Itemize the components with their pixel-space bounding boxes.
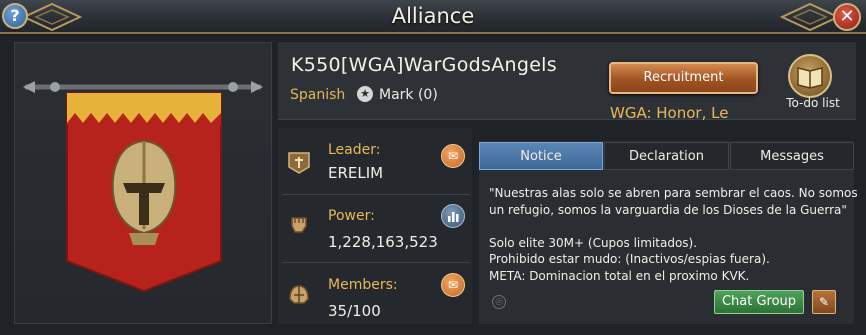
- recruitment-button[interactable]: Recruitment: [609, 62, 758, 94]
- todo-list-label: To-do list: [786, 96, 840, 110]
- book-icon: [797, 67, 823, 89]
- mark-count[interactable]: Mark (0): [379, 87, 438, 103]
- star-icon: ★: [357, 86, 373, 102]
- mail-icon: ✉: [447, 278, 459, 292]
- stat-divider: [282, 194, 470, 195]
- leader-value[interactable]: ERELIM: [328, 164, 383, 182]
- alliance-name: K550[WGA]WarGodsAngels: [291, 54, 557, 76]
- mail-icon: ✉: [447, 149, 459, 163]
- mail-leader-button[interactable]: ✉: [441, 144, 465, 168]
- power-label: Power:: [328, 208, 375, 224]
- bar-chart-icon: [448, 212, 459, 222]
- edit-notice-button[interactable]: ✎: [812, 290, 836, 314]
- notice-text-line: Solo elite 30M+ (Cupos limitados).: [489, 236, 698, 250]
- leader-label: Leader:: [328, 142, 381, 158]
- notice-text-line: "Nuestras alas solo se abren para sembra…: [489, 186, 858, 200]
- power-chart-button[interactable]: [441, 204, 465, 228]
- power-value: 1,228,163,523: [328, 233, 438, 251]
- tab-messages[interactable]: Messages: [730, 142, 854, 170]
- todo-list-button[interactable]: [788, 54, 832, 98]
- notice-text-line: Prohibido estar mudo: (Inactivos/espias …: [489, 252, 770, 266]
- helmet-icon: [289, 285, 309, 304]
- help-button[interactable]: ?: [2, 3, 28, 29]
- window-title: Alliance: [391, 4, 475, 28]
- alliance-tagline: WGA: Honor, Le: [610, 104, 729, 122]
- banner-panel: [14, 42, 272, 324]
- translate-icon[interactable]: ◎: [492, 295, 506, 309]
- tab-declaration[interactable]: Declaration: [604, 142, 729, 170]
- alliance-banner-icon[interactable]: [15, 43, 273, 325]
- pencil-icon: ✎: [818, 295, 830, 309]
- notice-text-line: META: Dominacion total en el proximo KVK…: [489, 269, 750, 283]
- stat-divider: [282, 262, 470, 263]
- chat-group-button[interactable]: Chat Group: [714, 290, 804, 314]
- members-value: 35/100: [328, 302, 381, 320]
- members-label: Members:: [328, 277, 398, 293]
- alliance-language: Spanish: [290, 87, 346, 103]
- notice-text-line: un refugio, somos la varguardia de los D…: [489, 203, 847, 217]
- close-button[interactable]: ✕: [833, 3, 861, 31]
- leader-emblem-icon: [288, 152, 310, 174]
- fist-icon: [291, 217, 307, 233]
- mail-members-button[interactable]: ✉: [441, 273, 465, 297]
- tab-notice[interactable]: Notice: [479, 142, 603, 170]
